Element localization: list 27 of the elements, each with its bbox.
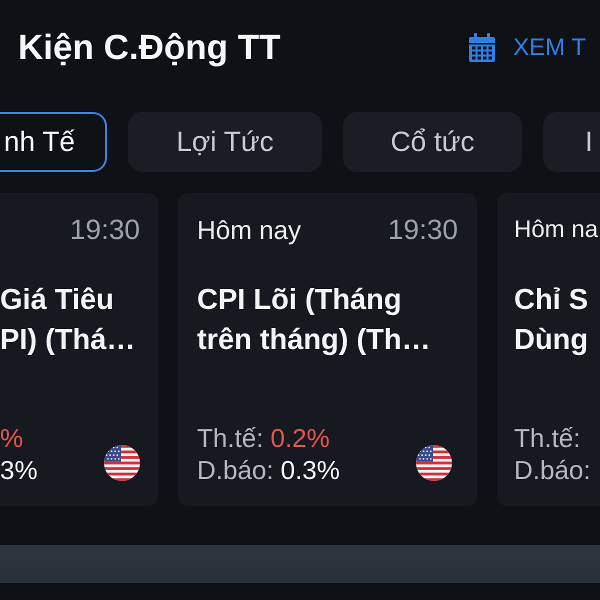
header-title: Kiện C.Động TT	[18, 26, 280, 69]
forecast-value: 3%	[0, 454, 38, 486]
category-tab[interactable]: Lợi Tức	[128, 112, 322, 172]
event-day: Hôm na	[514, 214, 598, 246]
actual-value: 0.2%	[270, 422, 330, 454]
forecast-value: 0.3%	[280, 454, 340, 486]
flag-icon	[416, 445, 452, 481]
event-day: Hôm nay	[197, 214, 302, 246]
category-tab[interactable]: I	[543, 112, 600, 172]
view-all-link[interactable]: XEM T	[467, 30, 586, 66]
event-title: Chỉ S Dùng	[514, 283, 588, 358]
forecast-label: D.báo:	[197, 454, 274, 486]
category-tab[interactable]: nh Tế	[0, 112, 107, 172]
event-card[interactable]: Hôm na Chỉ S Dùng Th.tế: D.báo:	[497, 193, 600, 506]
event-card[interactable]: Hôm nay 19:30 CPI Lõi (Tháng trên tháng) (Th… Th.tế: 0.2% D.báo: 0.3%	[178, 193, 477, 506]
calendar-icon	[467, 33, 498, 63]
event-title: CPI Lõi (Tháng trên tháng) (Th…	[197, 283, 431, 358]
flag-icon	[104, 445, 140, 481]
event-card[interactable]: 19:30 Giá Tiêu PI) (Thá… % 3%	[0, 193, 158, 506]
event-time: 19:30	[70, 214, 140, 246]
actual-value: %	[0, 422, 24, 454]
actual-label: Th.tế:	[514, 422, 580, 454]
event-time: 19:30	[388, 214, 458, 246]
category-tab[interactable]: Cổ tức	[343, 112, 522, 172]
actual-label: Th.tế:	[197, 422, 264, 454]
forecast-label: D.báo:	[514, 454, 591, 486]
event-title: Giá Tiêu PI) (Thá…	[0, 283, 136, 358]
